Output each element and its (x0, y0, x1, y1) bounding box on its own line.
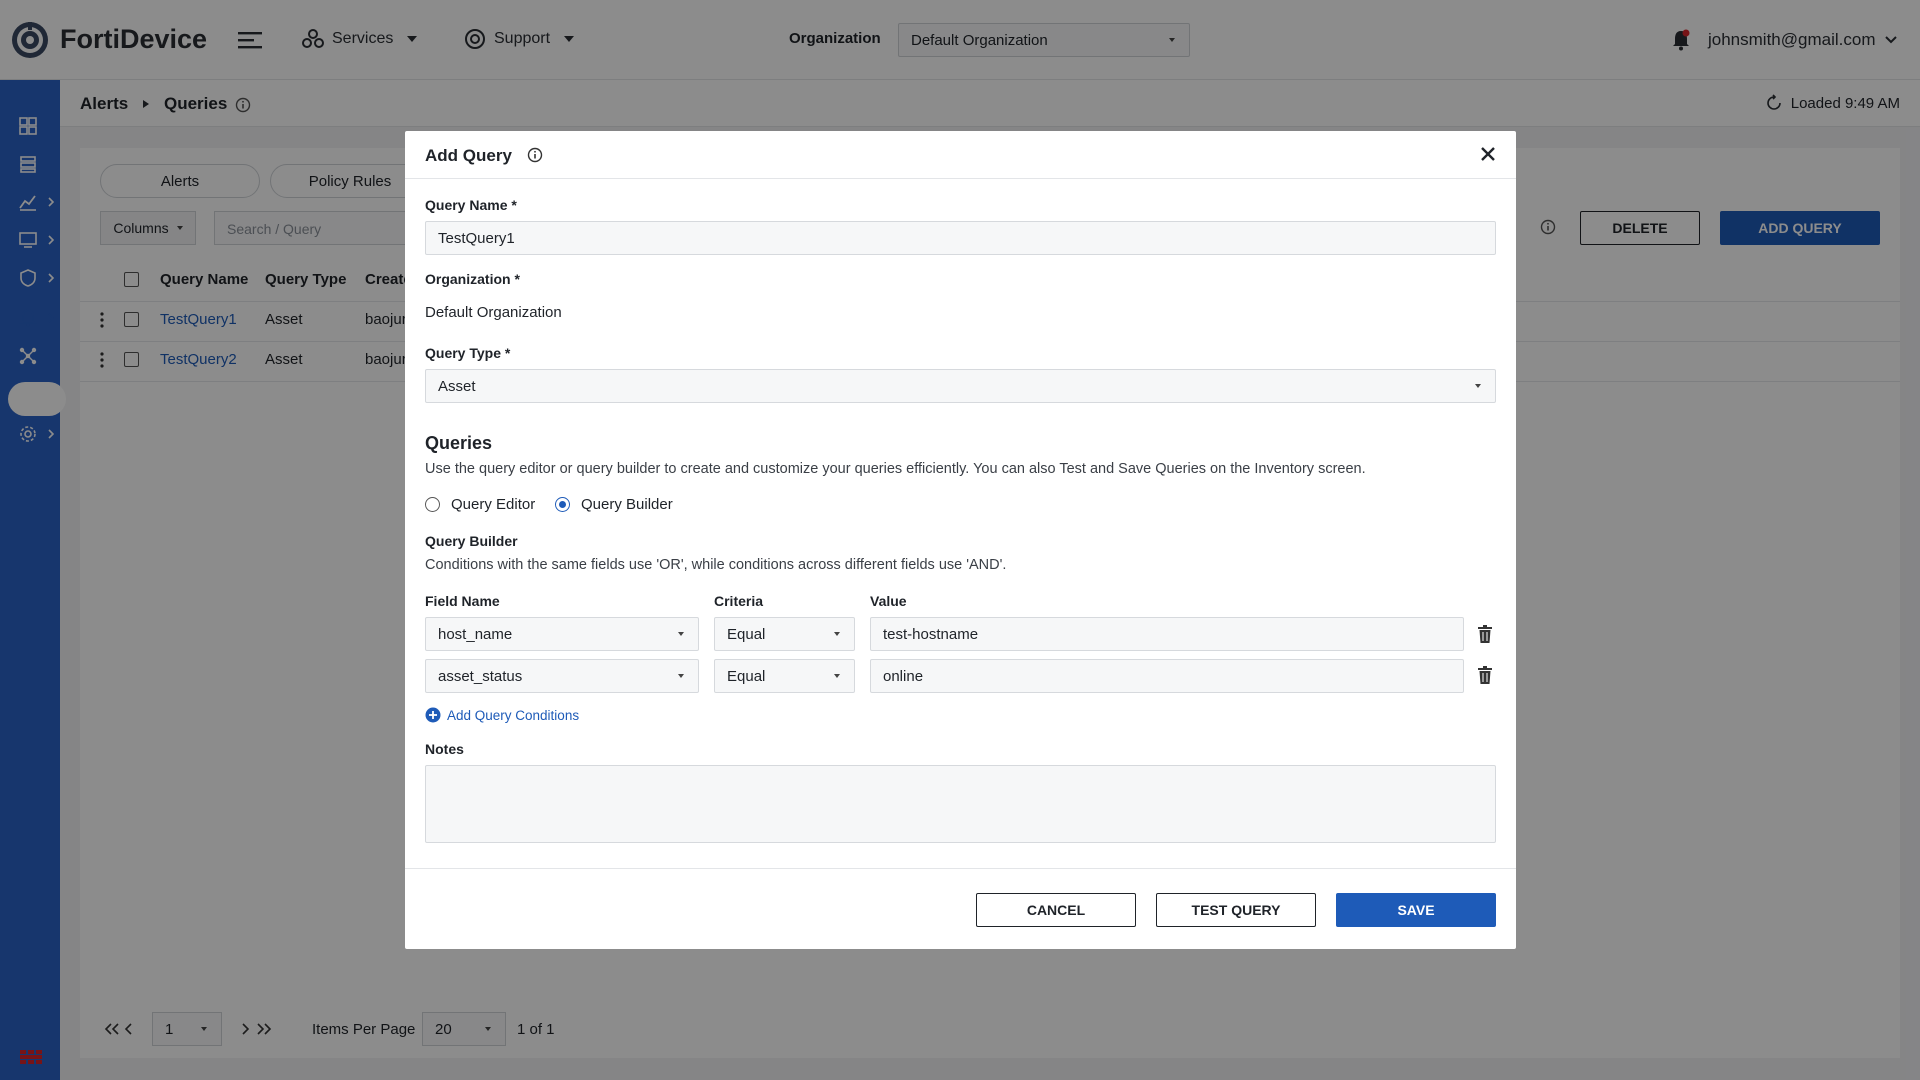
queries-section-title: Queries (425, 433, 493, 453)
condition-value-input[interactable]: test-hostname (870, 617, 1464, 651)
criteria-select[interactable]: Equal (714, 659, 855, 693)
organization-label: Organization * (425, 271, 520, 287)
criteria-select[interactable]: Equal (714, 617, 855, 651)
save-button[interactable]: SAVE (1336, 893, 1496, 927)
query-type-value: Asset (438, 378, 476, 395)
query-type-select[interactable]: Asset (425, 369, 1496, 403)
queries-description: Use the query editor or query builder to… (425, 461, 1366, 477)
caret-down-icon (834, 674, 840, 678)
organization-value: Default Organization (425, 304, 562, 321)
query-builder-description: Conditions with the same fields use 'OR'… (425, 557, 1007, 573)
dialog-title-text: Add Query (425, 146, 512, 165)
cancel-button[interactable]: CANCEL (976, 893, 1136, 927)
caret-down-icon (834, 632, 840, 636)
field-name-header: Field Name (425, 593, 500, 609)
delete-trash-icon[interactable] (1477, 666, 1493, 685)
criteria-value: Equal (727, 626, 766, 643)
criteria-header: Criteria (714, 593, 764, 609)
add-query-dialog: Add Query Query Name * TestQuery1 Organi… (405, 131, 1516, 949)
condition-value-input[interactable]: online (870, 659, 1464, 693)
query-builder-title: Query Builder (425, 533, 518, 549)
caret-down-icon (678, 674, 684, 678)
delete-trash-icon[interactable] (1477, 625, 1493, 644)
query-name-input[interactable]: TestQuery1 (425, 221, 1496, 255)
add-query-conditions-link[interactable]: Add Query Conditions (425, 707, 579, 723)
add-circle-icon (425, 707, 441, 723)
query-builder-radio[interactable] (555, 497, 570, 512)
query-builder-radio-label[interactable]: Query Builder (581, 496, 673, 513)
dialog-footer-divider (405, 868, 1516, 869)
add-query-conditions-label: Add Query Conditions (447, 707, 580, 723)
info-icon[interactable] (527, 147, 543, 163)
dialog-title: Add Query (425, 146, 543, 166)
field-name-value: asset_status (438, 668, 523, 685)
caret-down-icon (678, 632, 684, 636)
field-name-value: host_name (438, 626, 513, 643)
query-type-label: Query Type * (425, 345, 511, 361)
query-editor-radio-label[interactable]: Query Editor (451, 496, 535, 513)
close-icon[interactable] (1478, 144, 1498, 164)
notes-textarea[interactable] (425, 765, 1496, 843)
test-query-button[interactable]: TEST QUERY (1156, 893, 1316, 927)
value-header: Value (870, 593, 907, 609)
caret-down-icon (1475, 384, 1481, 388)
query-editor-radio[interactable] (425, 497, 440, 512)
field-name-select[interactable]: asset_status (425, 659, 699, 693)
dialog-header: Add Query (405, 131, 1516, 179)
criteria-value: Equal (727, 668, 766, 685)
field-name-select[interactable]: host_name (425, 617, 699, 651)
query-name-label: Query Name * (425, 197, 517, 213)
notes-label: Notes (425, 741, 464, 757)
